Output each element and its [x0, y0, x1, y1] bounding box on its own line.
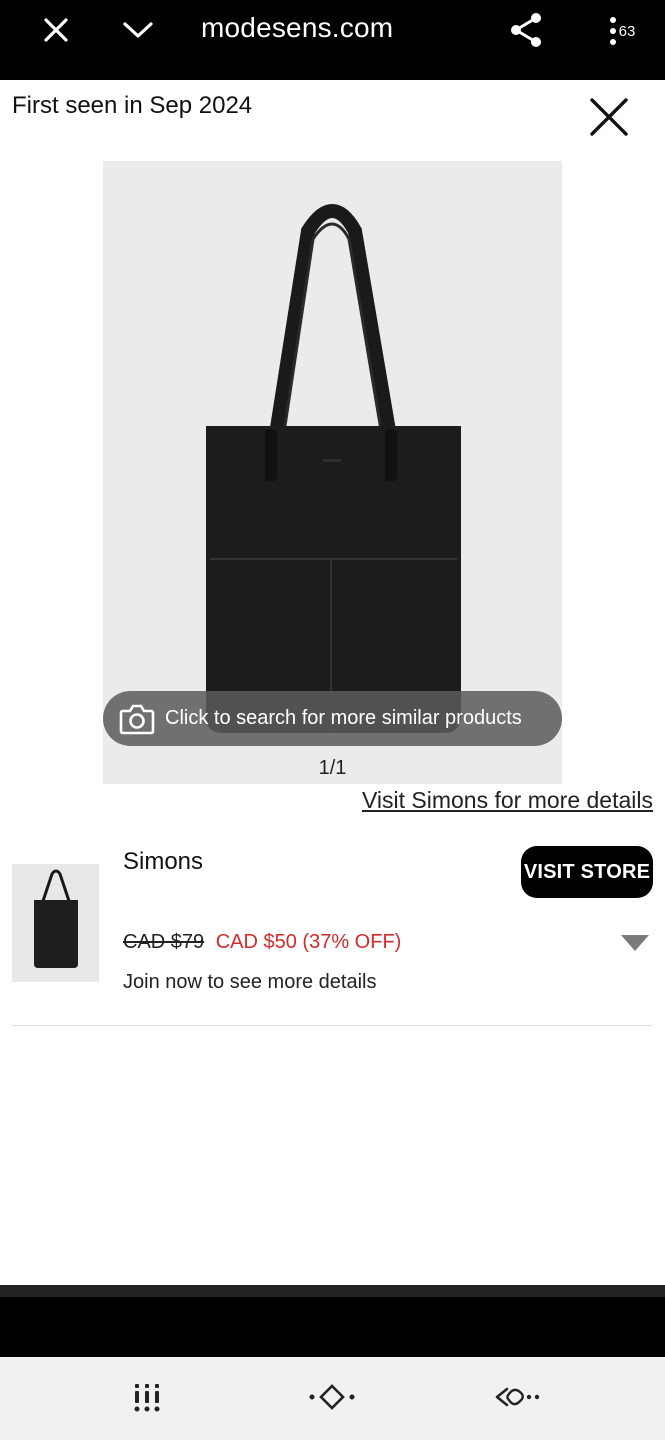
join-text[interactable]: Join now to see more details: [123, 971, 376, 994]
product-thumbnail[interactable]: [12, 864, 99, 982]
bottom-black-bar: [0, 1297, 665, 1357]
back-icon[interactable]: [493, 1377, 543, 1417]
home-icon[interactable]: [307, 1377, 357, 1417]
camera-icon: [119, 704, 155, 734]
chevron-down-icon[interactable]: [118, 10, 158, 50]
app-root: modesens.com 63 First seen in Sep 2024 C…: [0, 0, 665, 1440]
price-row: CAD $79 CAD $50 (37% OFF): [123, 931, 401, 954]
visit-store-link[interactable]: Visit Simons for more details: [362, 787, 653, 814]
bottom-strip-edge: [0, 1285, 665, 1297]
url-text[interactable]: modesens.com: [201, 12, 393, 44]
store-name: Simons: [123, 848, 204, 875]
divider: [12, 1025, 653, 1026]
browser-top-bar: modesens.com 63: [0, 0, 665, 80]
system-nav-bar: [0, 1357, 665, 1440]
first-seen-text: First seen in Sep 2024: [12, 92, 253, 119]
similar-search-button[interactable]: Click to search for more similar product…: [103, 691, 562, 746]
tabs-icon: [609, 17, 616, 45]
similar-search-label: Click to search for more similar product…: [165, 707, 522, 729]
triangle-down-icon[interactable]: [620, 934, 650, 952]
tab-count-text: 63: [618, 22, 636, 40]
tabs-button[interactable]: 63: [602, 14, 642, 48]
original-price: CAD $79: [123, 931, 205, 953]
close-icon[interactable]: [36, 10, 76, 50]
product-image[interactable]: Click to search for more similar product…: [103, 161, 562, 784]
share-icon[interactable]: [506, 10, 546, 50]
tote-bag-thumbnail: [34, 869, 78, 968]
sale-price: CAD $50 (37% OFF): [215, 931, 402, 953]
image-pager: 1/1: [318, 757, 347, 779]
recent-apps-icon[interactable]: [122, 1377, 172, 1417]
visit-store-button[interactable]: VISIT STORE: [521, 846, 653, 898]
close-icon[interactable]: [588, 96, 630, 138]
